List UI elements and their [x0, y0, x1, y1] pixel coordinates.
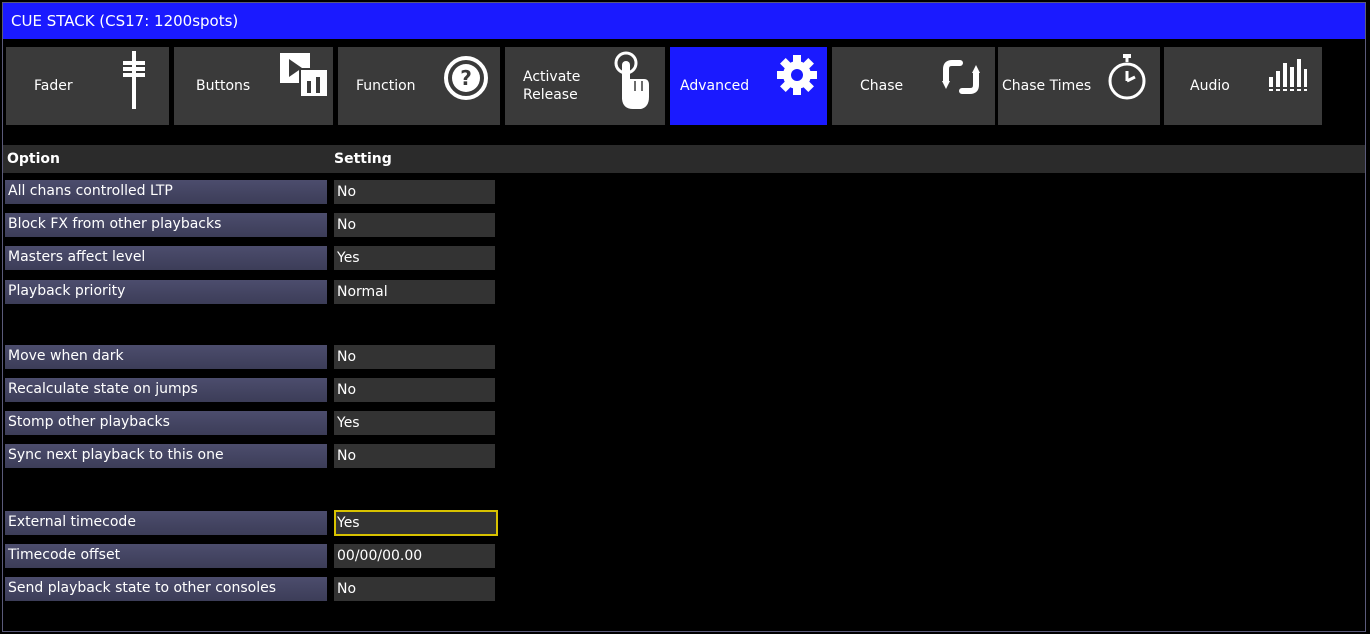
option-label: Block FX from other playbacks: [5, 213, 327, 237]
setting-value[interactable]: No: [334, 378, 495, 402]
table-row: All chans controlled LTP No: [3, 180, 503, 206]
setting-value[interactable]: Normal: [334, 280, 495, 304]
tab-audio[interactable]: Audio: [1164, 47, 1322, 125]
tab-chase-times[interactable]: Chase Times: [998, 47, 1160, 125]
table-row: Sync next playback to this one No: [3, 444, 503, 470]
tab-advanced[interactable]: Advanced: [670, 47, 827, 125]
column-header-option: Option: [7, 151, 60, 167]
option-label: Timecode offset: [5, 544, 327, 568]
cue-stack-window: CUE STACK (CS17: 1200spots) Fader Button…: [2, 2, 1366, 632]
option-label: Recalculate state on jumps: [5, 378, 327, 402]
table-row: Block FX from other playbacks No: [3, 213, 503, 239]
audio-bars-icon: [1268, 57, 1308, 97]
stopwatch-icon: [1106, 53, 1148, 105]
table-row: Timecode offset 00/00/00.00: [3, 544, 503, 570]
tab-buttons-label: Buttons: [196, 78, 251, 94]
setting-value-selected[interactable]: Yes: [334, 510, 498, 536]
setting-value[interactable]: Yes: [334, 411, 495, 435]
table-row: Masters affect level Yes: [3, 246, 503, 272]
setting-value[interactable]: No: [334, 213, 495, 237]
setting-value[interactable]: Yes: [334, 246, 495, 270]
svg-text:?: ?: [460, 66, 472, 90]
option-label: Stomp other playbacks: [5, 411, 327, 435]
tab-advanced-label: Advanced: [680, 78, 750, 94]
gear-icon: [775, 53, 819, 101]
tab-bar: Fader Buttons Function ? Activate Releas…: [3, 39, 1365, 135]
setting-value[interactable]: No: [334, 345, 495, 369]
setting-value[interactable]: No: [334, 444, 495, 468]
tab-chase-times-label: Chase Times: [1002, 78, 1092, 94]
option-label: Sync next playback to this one: [5, 444, 327, 468]
setting-value[interactable]: No: [334, 577, 495, 601]
tab-buttons[interactable]: Buttons: [174, 47, 333, 125]
setting-value[interactable]: 00/00/00.00: [334, 544, 495, 568]
tab-activate-release-label: Activate Release: [523, 69, 581, 103]
table-row: Recalculate state on jumps No: [3, 378, 503, 404]
tab-function-label: Function: [356, 78, 416, 94]
table-row: Send playback state to other consoles No: [3, 577, 503, 603]
chase-loop-icon: [940, 57, 982, 101]
option-label: External timecode: [5, 511, 327, 535]
hand-pointer-icon: [611, 51, 651, 115]
setting-value[interactable]: No: [334, 180, 495, 204]
option-label: Move when dark: [5, 345, 327, 369]
table-header: Option Setting: [3, 145, 1365, 173]
tab-audio-label: Audio: [1190, 78, 1230, 94]
table-row: Stomp other playbacks Yes: [3, 411, 503, 437]
question-icon: ?: [443, 55, 489, 105]
table-row: Move when dark No: [3, 345, 503, 371]
window-title: CUE STACK (CS17: 1200spots): [3, 3, 1365, 39]
table-row: External timecode Yes: [3, 510, 503, 537]
tab-chase-label: Chase: [860, 78, 904, 94]
option-label: Masters affect level: [5, 246, 327, 270]
buttons-icon: [280, 51, 330, 105]
fader-icon: [118, 51, 150, 113]
tab-chase[interactable]: Chase: [832, 47, 995, 125]
option-label: Playback priority: [5, 280, 327, 304]
table-row: Playback priority Normal: [3, 280, 503, 306]
option-label: Send playback state to other consoles: [5, 577, 327, 601]
tab-fader-label: Fader: [34, 78, 73, 94]
column-header-setting: Setting: [334, 151, 392, 167]
tab-fader[interactable]: Fader: [6, 47, 169, 125]
tab-activate-release[interactable]: Activate Release: [505, 47, 665, 125]
option-label: All chans controlled LTP: [5, 180, 327, 204]
tab-function[interactable]: Function ?: [338, 47, 500, 125]
